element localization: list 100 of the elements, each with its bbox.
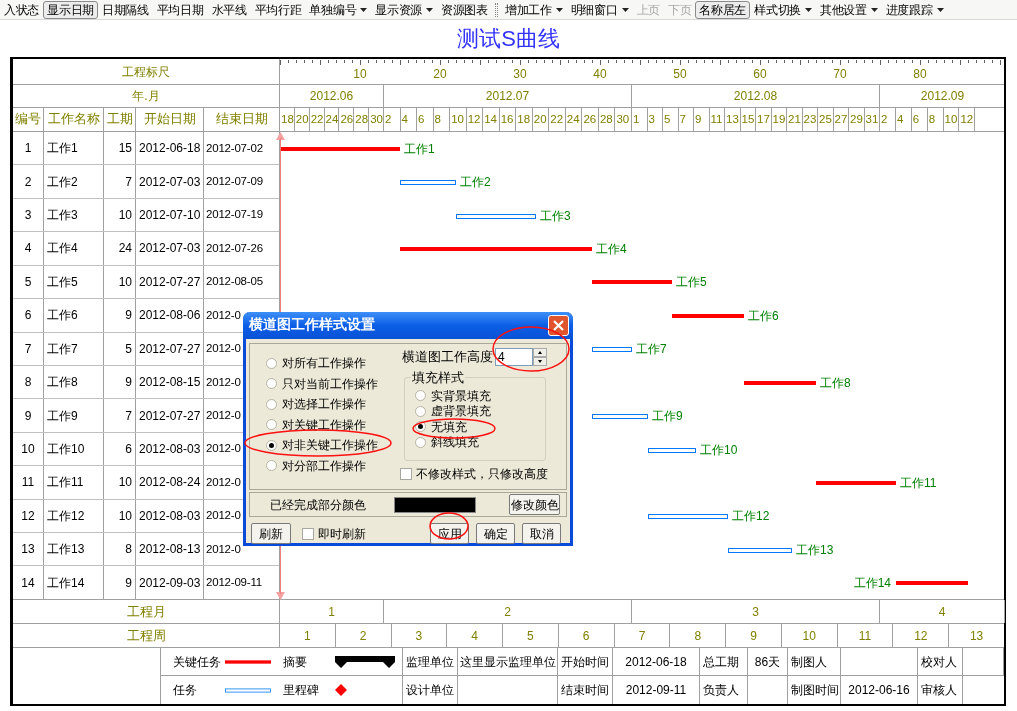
radio-button[interactable]	[415, 436, 426, 448]
week-number: 2	[359, 627, 367, 645]
table-cell-text: 2012-08-05	[206, 274, 263, 290]
table-cell-text: 工作12	[47, 507, 85, 525]
radio-button[interactable]	[266, 357, 277, 369]
day-label: 18	[516, 111, 531, 127]
spinner-arrows-icon[interactable]	[533, 348, 547, 367]
task-bar[interactable]	[672, 313, 744, 318]
info-value: 2012-06-16	[848, 682, 910, 699]
field-label: 横道图工作高度	[402, 349, 493, 366]
table-cell-text: 10	[118, 507, 132, 525]
table-cell-text: 14	[21, 574, 35, 592]
task-bar[interactable]	[592, 414, 648, 420]
column-header: 编号	[15, 111, 41, 129]
toolbar-button[interactable]: 名称居左	[695, 0, 751, 19]
task-bar[interactable]	[648, 514, 728, 520]
toolbar-button[interactable]: 入状态	[0, 0, 44, 19]
toolbar-button[interactable]: 日期隔线	[97, 0, 153, 19]
table-cell-text: 1	[24, 140, 32, 158]
close-button[interactable]	[548, 315, 569, 336]
month-number: 3	[752, 603, 759, 621]
toolbar-button[interactable]: 资源图表	[437, 0, 492, 19]
radio-button[interactable]	[415, 405, 426, 417]
toolbar-button[interactable]: 样式切换	[750, 0, 816, 19]
radio-button[interactable]	[266, 439, 277, 451]
table-cell-text: 7	[125, 173, 132, 191]
checkbox-option[interactable]: 不修改样式，只修改高度	[400, 464, 566, 483]
toolbar-button[interactable]: 水平线	[207, 0, 251, 19]
radio-button[interactable]	[266, 398, 277, 410]
table-cell-text: 2012-0	[206, 508, 241, 524]
radio-button[interactable]	[266, 460, 277, 472]
day-label: 6	[417, 111, 425, 127]
task-bar[interactable]	[744, 380, 816, 385]
radio-option[interactable]: 对分部工作操作	[266, 455, 366, 476]
color-swatch[interactable]	[394, 496, 476, 513]
table-cell-text: 15	[118, 140, 132, 158]
day-label: 26	[339, 111, 354, 127]
ruler-number: 70	[833, 66, 847, 83]
table-cell-text: 工作10	[47, 441, 85, 458]
day-label: 26	[582, 111, 597, 127]
task-bar[interactable]	[456, 213, 536, 219]
toolbar-button[interactable]: 其他设置	[815, 0, 882, 19]
checkbox[interactable]	[302, 527, 314, 540]
info-label: 制图人	[791, 653, 827, 671]
toolbar-button[interactable]: 明细窗口	[566, 0, 633, 19]
radio-button[interactable]	[266, 419, 277, 431]
task-bar[interactable]	[648, 447, 696, 453]
checkbox-option[interactable]: 即时刷新	[302, 524, 366, 543]
toolbar-button[interactable]: 平均行距	[250, 0, 306, 19]
day-label: 24	[565, 111, 580, 127]
table-cell-text: 工作6	[47, 307, 78, 325]
task-bar[interactable]	[592, 347, 632, 353]
dialog-button[interactable]: 确定	[476, 523, 515, 544]
radio-button[interactable]	[266, 378, 277, 390]
radio-option[interactable]: 实背景填充	[415, 387, 491, 404]
table-cell-text: 2012-08-03	[139, 441, 201, 458]
radio-option[interactable]: 只对当前工作操作	[266, 373, 378, 394]
table-cell-text: 2012-08-15	[139, 374, 201, 392]
radio-option[interactable]: 对关键工作操作	[266, 414, 366, 435]
toolbar-button[interactable]: 增加工作	[500, 0, 567, 19]
dialog-button[interactable]: 修改颜色	[509, 494, 560, 515]
height-field[interactable]: 4	[495, 348, 533, 367]
day-label: 28	[354, 111, 369, 127]
toolbar-button[interactable]: 显示日期	[43, 0, 98, 19]
table-cell-text: 6	[125, 441, 132, 458]
ruler-number: 60	[753, 66, 767, 83]
dialog-button[interactable]: 刷新	[251, 523, 291, 544]
toolbar-button[interactable]: 进度跟踪	[881, 0, 948, 19]
task-bar[interactable]	[280, 146, 400, 151]
info-label: 审核人	[921, 682, 957, 699]
day-label: 25	[818, 111, 832, 127]
toolbar-button[interactable]: 显示资源	[371, 0, 438, 19]
table-cell-text: 12	[21, 507, 35, 525]
table-cell-text: 2012-08-06	[139, 307, 201, 325]
task-bar[interactable]	[400, 180, 456, 186]
radio-option[interactable]: 对选择工作操作	[266, 394, 366, 415]
task-bar[interactable]	[728, 547, 792, 553]
task-bar[interactable]	[592, 280, 672, 285]
table-cell-text: 2012-06-18	[139, 140, 201, 158]
column-header: 工作名称	[47, 111, 100, 129]
week-number: 9	[750, 627, 757, 645]
radio-option[interactable]: 虚背景填充	[415, 403, 491, 419]
day-label: 15	[740, 111, 755, 127]
header-label: 年.月	[132, 88, 160, 105]
day-label: 9	[694, 111, 702, 127]
toolbar-button[interactable]: 平均日期	[152, 0, 208, 19]
table-cell-text: 2012-0	[206, 307, 241, 323]
column-header: 结束日期	[216, 111, 268, 129]
radio-button[interactable]	[415, 390, 426, 401]
day-label: 18	[280, 111, 294, 127]
radio-button[interactable]	[415, 421, 426, 432]
week-number: 11	[858, 627, 872, 645]
month-label: 2012.06	[309, 88, 354, 105]
dialog-button[interactable]: 取消	[522, 523, 561, 544]
toolbar-button[interactable]: 单独编号	[305, 0, 372, 19]
radio-option[interactable]: 对所有工作操作	[266, 353, 366, 374]
table-cell-text: 6	[24, 307, 32, 325]
task-bar[interactable]	[896, 581, 968, 586]
table-cell-text: 2012-07-03	[139, 173, 201, 191]
checkbox[interactable]	[400, 467, 412, 480]
